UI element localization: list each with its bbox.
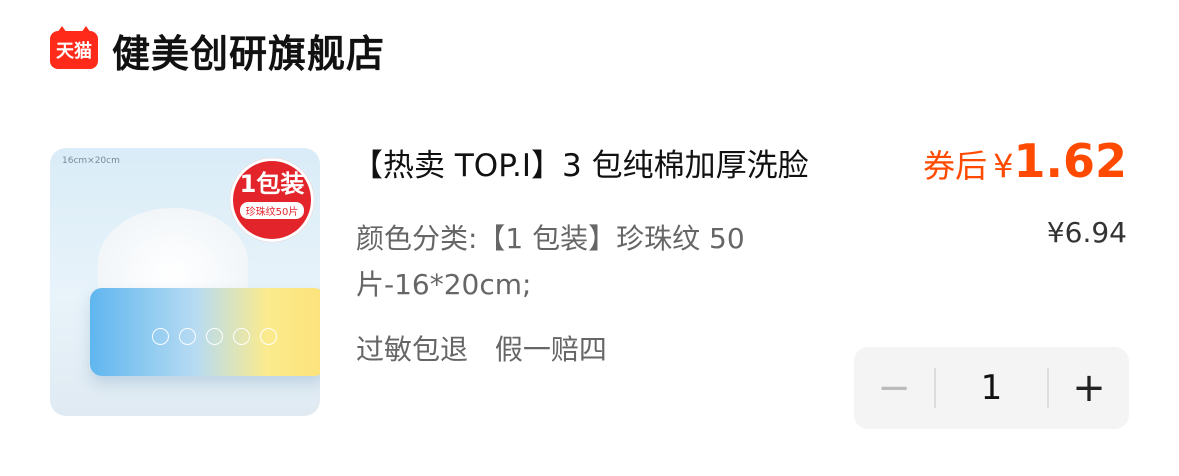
feature-icon (206, 328, 223, 345)
quantity-stepper: − 1 + (854, 347, 1129, 429)
tag-fake-compensation: 假一赔四 (494, 333, 607, 366)
tag-allergy-return: 过敏包退 (356, 333, 469, 366)
service-tags: 过敏包退 假一赔四 (356, 328, 607, 368)
minus-icon[interactable]: − (854, 347, 934, 429)
quantity-value[interactable]: 1 (936, 368, 1047, 408)
feature-icon (152, 328, 169, 345)
tmall-logo-icon: 天猫 (50, 26, 98, 69)
store-header[interactable]: 天猫 健美创研旗舰店 (50, 22, 385, 78)
product-image[interactable]: 16cm×20cm 1包装 珍珠纹50片 (50, 148, 320, 416)
variant-selector[interactable]: 颜色分类:【1 包装】珍珠纹 50 片-16*20cm; (356, 216, 816, 308)
box-icons (152, 328, 277, 345)
package-stamp: 1包装 珍珠纹50片 (230, 158, 314, 242)
coupon-value: 1.62 (1013, 134, 1128, 188)
coupon-price: 券后 ¥ 1.62 (923, 134, 1127, 188)
plus-icon[interactable]: + (1049, 347, 1129, 429)
tissue-box-graphic (90, 288, 320, 376)
feature-icon (260, 328, 277, 345)
coupon-label: 券后 (923, 147, 988, 185)
image-size-label: 16cm×20cm (62, 156, 120, 166)
feature-icon (233, 328, 250, 345)
currency-symbol: ¥ (993, 147, 1014, 185)
stamp-main-text: 1包装 (239, 170, 305, 198)
stamp-sub-text: 珍珠纹50片 (239, 202, 305, 219)
store-name[interactable]: 健美创研旗舰店 (112, 23, 385, 78)
feature-icon (179, 328, 196, 345)
original-price: ¥6.94 (1046, 216, 1127, 249)
product-title[interactable]: 【热卖 TOP.I】3 包纯棉加厚洗脸 (352, 140, 809, 185)
